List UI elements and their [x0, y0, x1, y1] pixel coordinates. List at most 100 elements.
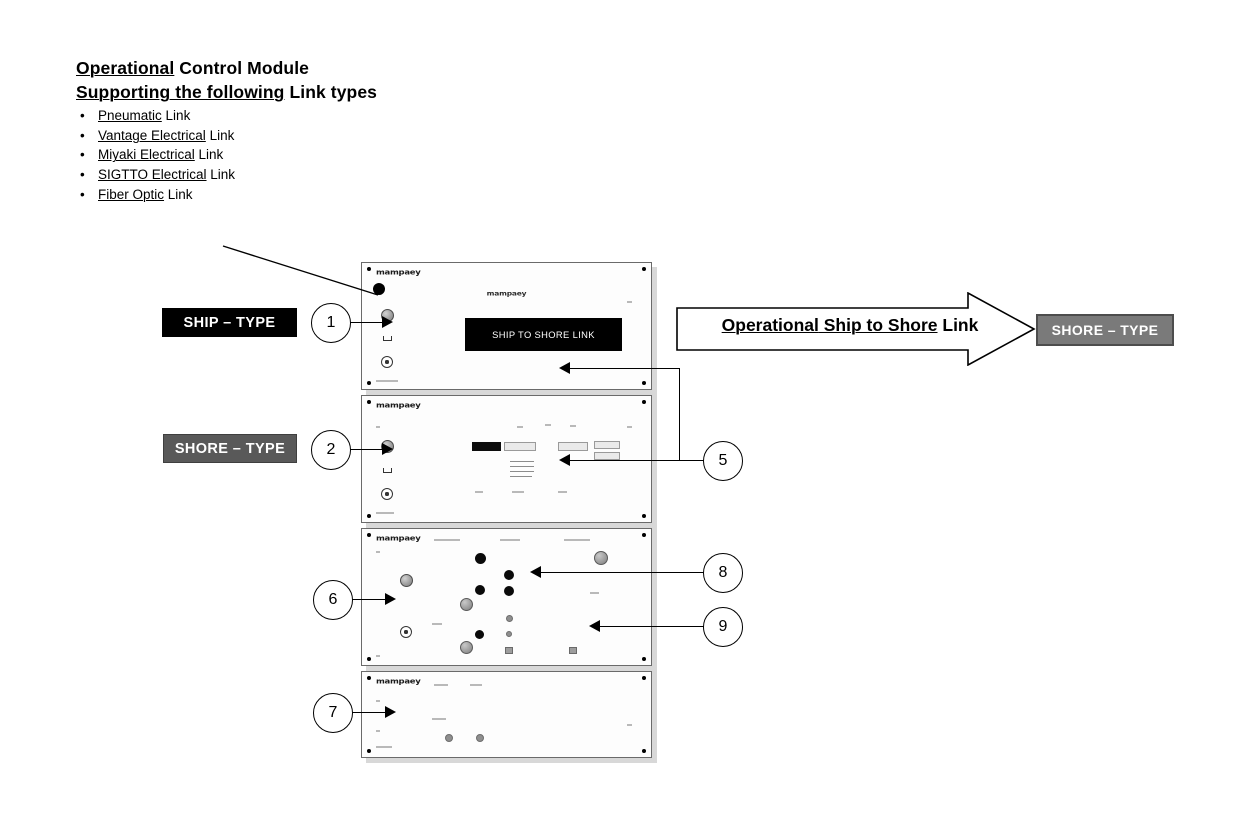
leader-line	[351, 599, 385, 600]
scan-artifact	[376, 426, 380, 428]
rack-panel-hmi-screen[interactable]: mampaey	[361, 395, 652, 523]
hmi-field[interactable]	[594, 441, 620, 449]
scan-artifact	[590, 592, 599, 594]
hmi-text-line	[510, 466, 534, 468]
scan-artifact	[376, 551, 380, 553]
bracket-icon	[383, 468, 392, 473]
hmi-field[interactable]	[558, 442, 588, 451]
arrowhead-icon	[559, 362, 570, 374]
hmi-text-line	[510, 461, 534, 463]
list-item-underlined: SIGTTO Electrical	[98, 167, 207, 183]
page-title-line-1: Operational Control Module	[76, 56, 596, 80]
indicator-lamp-icon[interactable]	[504, 570, 514, 580]
scan-artifact	[432, 718, 446, 720]
brand-logo: mampaey	[376, 535, 421, 544]
indicator-lamp-icon[interactable]	[505, 647, 513, 654]
indicator-lamp-icon[interactable]	[476, 734, 484, 742]
connector-port-icon[interactable]	[381, 356, 393, 368]
indicator-lamp-icon[interactable]	[569, 647, 577, 654]
ship-type-label: SHIP – TYPE	[162, 308, 297, 337]
indicator-lamp-icon[interactable]	[504, 586, 514, 596]
scan-artifact	[470, 684, 482, 686]
scan-artifact	[376, 746, 392, 748]
indicator-lamp-icon[interactable]	[506, 631, 512, 637]
bullet-glyph: •	[80, 186, 85, 202]
scan-artifact	[570, 425, 576, 427]
list-item-underlined: Miyaki Electrical	[98, 147, 195, 163]
banner-mid: Ship to Shore	[818, 315, 938, 335]
scan-artifact	[512, 491, 524, 493]
mounting-screw-icon	[367, 749, 371, 753]
connector-port-icon[interactable]	[400, 626, 412, 638]
callout-marker-9[interactable]: 9	[703, 607, 743, 647]
mounting-screw-icon	[642, 514, 646, 518]
mounting-screw-icon	[367, 381, 371, 385]
hmi-field[interactable]	[504, 442, 536, 451]
callout-marker-2[interactable]: 2	[311, 430, 351, 470]
indicator-lamp-icon[interactable]	[475, 585, 485, 595]
scan-artifact	[434, 684, 448, 686]
connector-port-icon[interactable]	[381, 488, 393, 500]
callout-marker-5[interactable]: 5	[703, 441, 743, 481]
rack-panel-blank-lower[interactable]: mampaey	[361, 671, 652, 758]
indicator-lamp-icon[interactable]	[475, 630, 484, 639]
page-title-rest: Control Module	[174, 58, 310, 78]
link-types-list: • Pneumatic Link • Vantage Electrical Link…	[76, 106, 596, 205]
arrowhead-icon	[382, 316, 393, 328]
indicator-lamp-icon[interactable]	[594, 551, 608, 565]
ship-to-shore-link-display: SHIP TO SHORE LINK	[465, 318, 622, 351]
callout-marker-7[interactable]: 7	[313, 693, 353, 733]
list-item: • Fiber Optic Link	[76, 185, 596, 205]
list-item-rest: Link	[205, 127, 235, 143]
ship-type-text: SHIP – TYPE	[183, 314, 276, 331]
mounting-screw-icon	[642, 657, 646, 661]
arrowhead-icon	[589, 620, 600, 632]
brand-logo: mampaey	[376, 678, 421, 687]
scan-artifact	[376, 512, 394, 514]
leader-line	[349, 449, 382, 450]
banner-rest: Link	[937, 315, 979, 335]
arrowhead-icon	[385, 706, 396, 718]
slide-canvas: Operational Control Module Supporting th…	[0, 0, 1240, 824]
scan-artifact	[627, 301, 632, 303]
bullet-glyph: •	[80, 147, 85, 163]
mounting-screw-icon	[367, 657, 371, 661]
bullet-glyph: •	[80, 127, 85, 143]
indicator-lamp-icon[interactable]	[460, 598, 473, 611]
shore-type-text: SHORE – TYPE	[174, 440, 286, 457]
scan-artifact	[376, 700, 380, 702]
indicator-lamp-icon[interactable]	[506, 615, 513, 622]
scan-artifact	[475, 491, 483, 493]
leader-line	[349, 322, 382, 323]
indicator-lamp-icon[interactable]	[460, 641, 473, 654]
callout-marker-1[interactable]: 1	[311, 303, 351, 343]
rack-panel-indicator-lamps[interactable]: mampaey	[361, 528, 652, 666]
leader-line	[570, 368, 680, 369]
indicator-lamp-icon[interactable]	[475, 553, 486, 564]
list-item-rest: Link	[164, 186, 193, 202]
leader-line	[541, 572, 704, 573]
hmi-text-line	[510, 471, 534, 473]
callout-marker-6[interactable]: 6	[313, 580, 353, 620]
page-subtitle-underlined: Supporting the following	[76, 82, 285, 102]
hmi-field[interactable]	[594, 452, 620, 460]
list-item-underlined: Vantage Electrical	[98, 127, 206, 143]
callout-number: 6	[328, 591, 338, 608]
mounting-screw-icon	[642, 381, 646, 385]
arrowhead-icon	[559, 454, 570, 466]
scan-artifact	[564, 539, 590, 541]
list-item: • SIGTTO Electrical Link	[76, 165, 596, 185]
callout-marker-8[interactable]: 8	[703, 553, 743, 593]
hmi-active-tab[interactable]	[472, 442, 501, 451]
rack-panel-ship-to-shore-link[interactable]: mampaey mampaey SHIP TO SHORE LINK	[361, 262, 652, 390]
arrowhead-icon	[385, 593, 396, 605]
list-item-underlined: Fiber Optic	[98, 186, 165, 202]
hmi-text-line	[510, 476, 532, 478]
page-subtitle-line-2: Supporting the following Link types	[76, 80, 596, 104]
banner-label: Operational Ship to Shore Link	[700, 315, 1000, 336]
leader-line	[600, 626, 704, 627]
selector-knob-icon[interactable]	[400, 574, 413, 587]
indicator-lamp-icon[interactable]	[445, 734, 453, 742]
scan-artifact	[545, 424, 551, 426]
header-text-block: Operational Control Module Supporting th…	[76, 56, 596, 205]
